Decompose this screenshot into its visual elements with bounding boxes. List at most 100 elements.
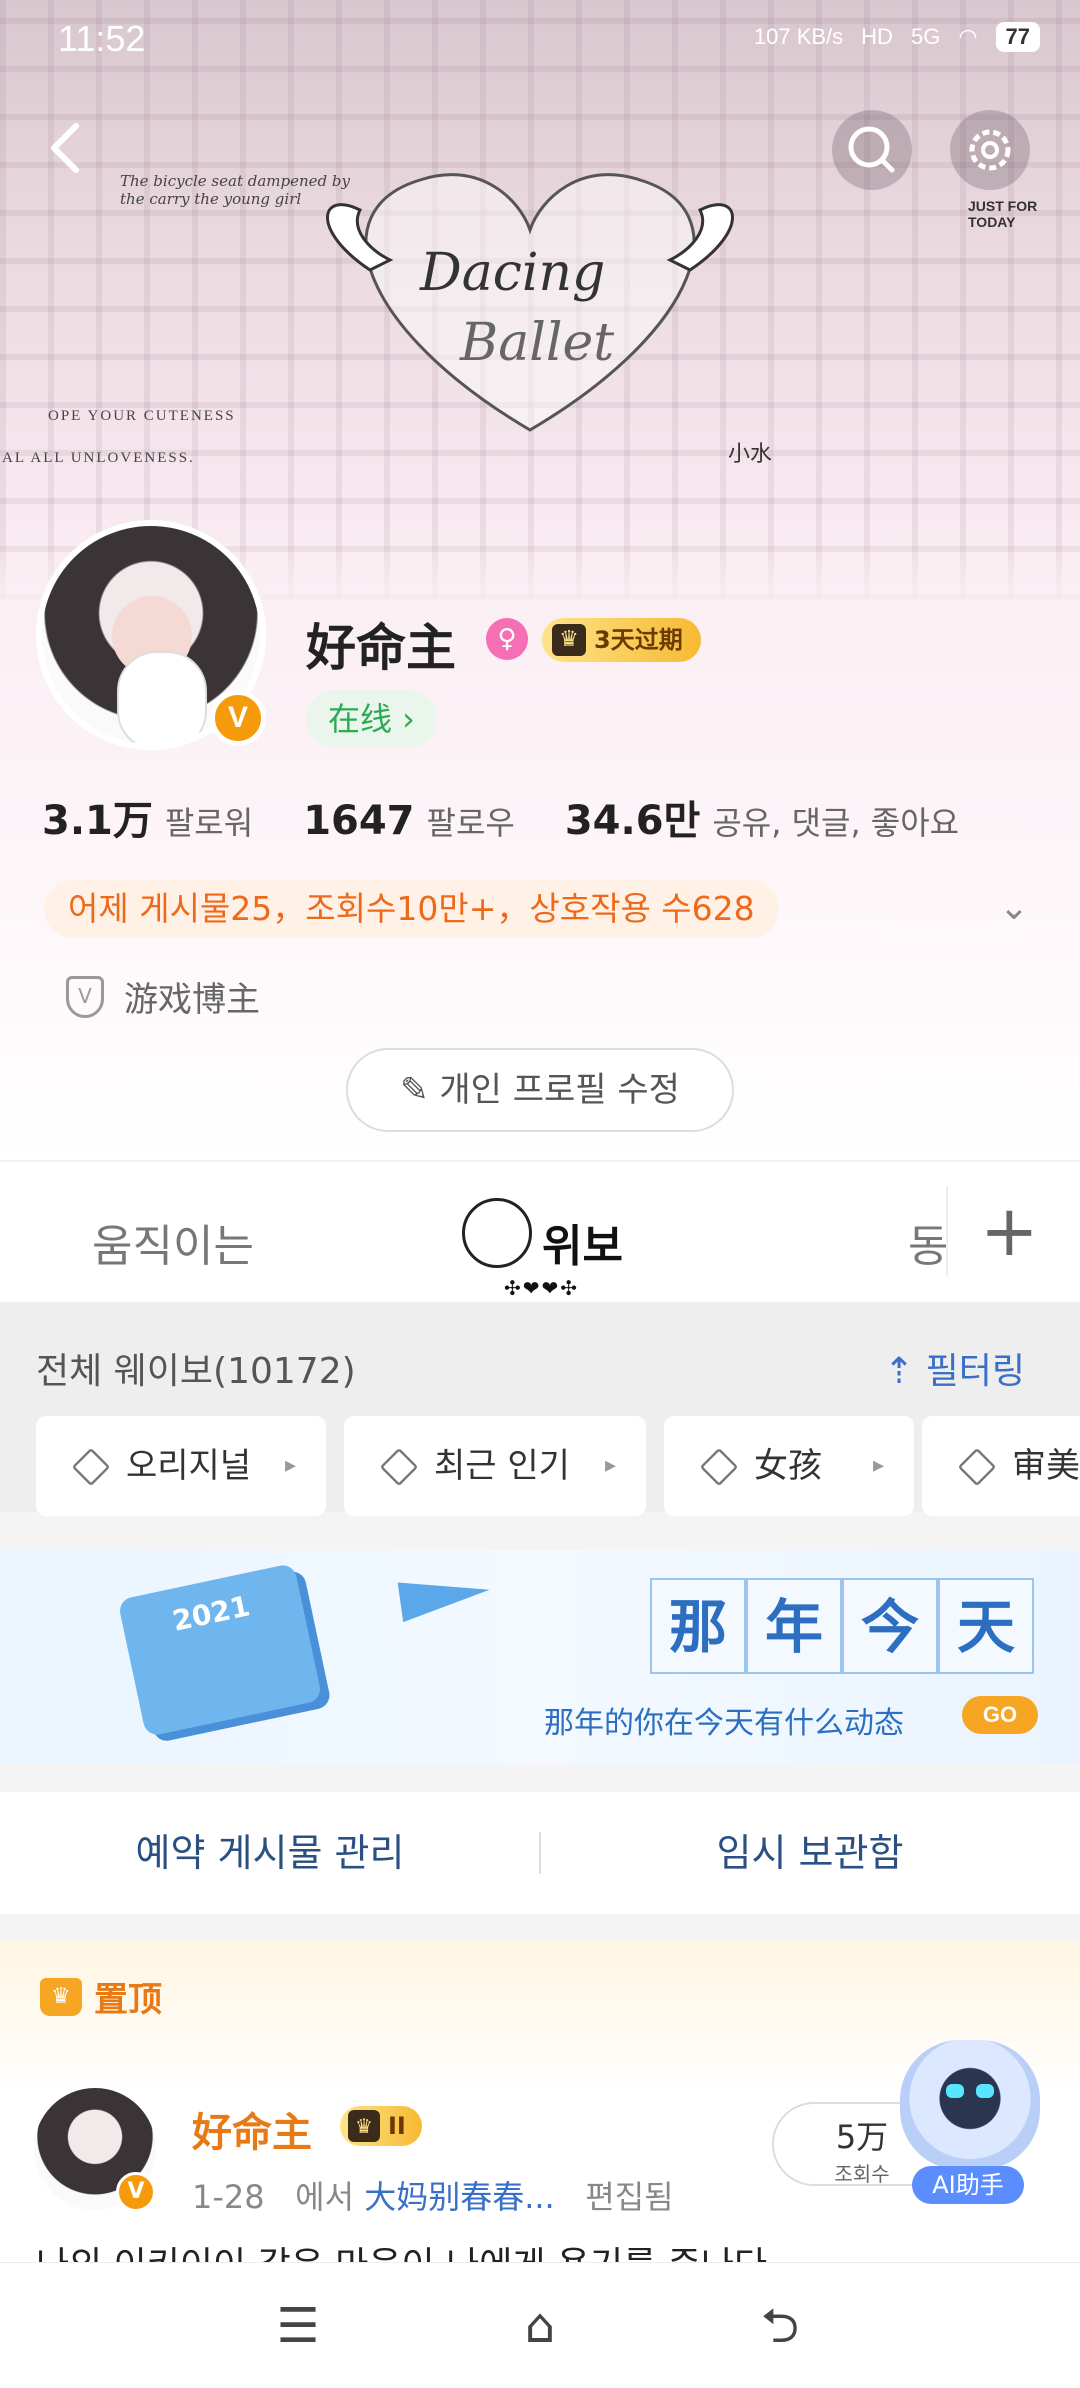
back-button[interactable]	[28, 108, 108, 188]
verified-badge-icon: V	[116, 2172, 156, 2212]
cover-text-dacing: Dacing	[419, 243, 605, 303]
filter-button[interactable]: ⇡ 필터링	[884, 1342, 1025, 1394]
cover-caption: The bicycle seat dampened by the carry t…	[120, 172, 350, 208]
profile-tag-label: 游戏博主	[124, 980, 260, 1020]
on-this-day-banner[interactable]: 2021 那 年 今 天 那年的你在今天有什么动态 GO	[0, 1550, 1080, 1764]
network-indicator: 5G	[910, 24, 941, 49]
scheduled-posts-button[interactable]: 예약 게시물 관리	[0, 1792, 540, 1914]
layers-icon	[699, 1447, 739, 1487]
tab-active-indicator: ✣❤❤✣	[504, 1276, 580, 1300]
tab-weibo[interactable]: 위보	[542, 1210, 623, 1274]
post-vip-badge: ♛ II	[340, 2106, 422, 2146]
cover-text-ballet: Ballet	[459, 313, 614, 373]
shield-icon: V	[66, 975, 104, 1018]
profile-username: 好命主	[306, 619, 456, 677]
filter-chip-popular[interactable]: 최근 인기 ▸	[344, 1416, 646, 1516]
post-author-name[interactable]: 好命主	[192, 2100, 312, 2158]
crown-icon: ♛	[348, 2110, 380, 2142]
ai-assistant-robot-icon[interactable]	[900, 2040, 1040, 2170]
post-management-row: 예약 게시물 관리 임시 보관함	[0, 1792, 1080, 1914]
post-source[interactable]: 大妈别春春...	[364, 2178, 555, 2216]
status-indicators: 107 KB/s HD 5G ◠ 77	[754, 22, 1040, 52]
hd-indicator: HD	[861, 24, 893, 49]
vip-expiry-label: 3天过期	[594, 626, 683, 654]
menu-icon[interactable]: ☰	[258, 2291, 338, 2361]
filter-bar: 전체 웨이보(10172) ⇡ 필터링 오리지널 ▸ 최근 인기 ▸ 女孩 ▸ 审美	[0, 1302, 1080, 1516]
wifi-icon: ◠	[958, 24, 978, 49]
on-this-day-title: 那 年 今 天	[650, 1578, 1034, 1674]
filter-chip-original[interactable]: 오리지널 ▸	[36, 1416, 326, 1516]
search-button[interactable]	[832, 110, 912, 190]
profile-tabs: 움직이는 위보 ✣❤❤✣ 동 +	[0, 1162, 1080, 1302]
chevron-left-icon	[51, 123, 79, 173]
caret-right-icon: ▸	[872, 1453, 884, 1478]
sort-icon: ⇡	[884, 1351, 926, 1392]
pencil-icon: ✎	[400, 1070, 440, 1110]
title-char: 那	[650, 1578, 746, 1674]
cover-cuteness-text: OPE YOUR CUTENESS	[48, 408, 236, 424]
gear-icon	[969, 129, 1011, 171]
engagement-stat[interactable]: 34.6만 공유, 댓글, 좋아요	[565, 788, 959, 846]
profile-tag[interactable]: V 游戏博主	[66, 972, 260, 1021]
post-date: 1-28	[192, 2178, 265, 2216]
home-icon[interactable]: ⌂	[500, 2291, 580, 2361]
tab-moving[interactable]: 움직이는	[92, 1210, 254, 1274]
filter-chip-girl[interactable]: 女孩 ▸	[664, 1416, 914, 1516]
female-gender-icon: ♀	[486, 618, 528, 660]
following-stat[interactable]: 1647 팔로우	[303, 798, 515, 844]
followers-stat[interactable]: 3.1万 팔로워	[42, 788, 253, 846]
on-this-day-subtitle: 那年的你在今天有什么动态	[544, 1706, 904, 1741]
weibo-count-label: 전체 웨이보(10172)	[36, 1351, 356, 1392]
paper-plane-icon	[397, 1569, 493, 1623]
status-bar: 11:52 107 KB/s HD 5G ◠ 77	[0, 0, 1080, 84]
caret-right-icon: ▸	[284, 1453, 296, 1478]
add-tab-icon[interactable]: +	[980, 1196, 1039, 1266]
profile-page: Dacing Ballet The bicycle seat dampened …	[0, 0, 1080, 2388]
ai-assistant-label[interactable]: AI助手	[912, 2166, 1024, 2204]
layers-icon	[379, 1447, 419, 1487]
post-via: 에서	[295, 2178, 355, 2216]
online-status-button[interactable]: 在线 ›	[306, 690, 437, 748]
vip-badge[interactable]: ♛ 3天过期	[542, 618, 701, 662]
avatar-plush-toy	[117, 651, 207, 744]
drafts-button[interactable]: 임시 보관함	[540, 1792, 1080, 1914]
pinned-label-row: ♛ 置顶	[40, 1972, 162, 2021]
calendar-year: 2021	[169, 1589, 253, 1638]
tab-divider	[946, 1186, 948, 1276]
crown-icon: ♛	[40, 1977, 82, 2016]
layers-icon	[71, 1447, 111, 1487]
profile-stats: 3.1万 팔로워 1647 팔로우 34.6만 공유, 댓글, 좋아요	[42, 788, 1009, 846]
title-char: 天	[938, 1578, 1034, 1674]
battery-icon: 77	[995, 22, 1040, 52]
search-icon	[848, 126, 895, 173]
title-char: 年	[746, 1578, 842, 1674]
filter-chip-aesthetic[interactable]: 审美	[922, 1416, 1080, 1516]
robot-eye	[946, 2084, 964, 2098]
cover-small-label: 小水	[728, 442, 773, 467]
tab-video[interactable]: 동	[908, 1210, 948, 1274]
status-time: 11:52	[58, 18, 146, 59]
tab-mascot-icon	[462, 1198, 532, 1268]
profile-cover-banner: Dacing Ballet The bicycle seat dampened …	[0, 0, 1080, 600]
activity-summary[interactable]: 어제 게시물25，조회수10만+，상호작용 수628	[44, 880, 779, 938]
system-navigation-bar: ☰ ⌂ ⮌	[0, 2262, 1080, 2388]
title-char: 今	[842, 1578, 938, 1674]
net-speed: 107 KB/s	[753, 24, 844, 49]
cover-decoration: Dacing Ballet	[326, 173, 734, 432]
settings-button[interactable]	[950, 110, 1030, 190]
calendar-icon: 2021	[117, 1562, 323, 1738]
post-meta: 1-28 에서 大妈别春春... 편집됨	[192, 2172, 674, 2218]
robot-eye	[976, 2084, 994, 2098]
post-edited: 편집됨	[585, 2178, 674, 2216]
crown-icon: ♛	[552, 624, 586, 656]
layers-icon	[957, 1447, 997, 1487]
back-nav-icon[interactable]: ⮌	[740, 2291, 820, 2361]
go-button[interactable]: GO	[962, 1696, 1038, 1734]
verified-badge-icon: V	[210, 690, 266, 746]
caret-right-icon: ▸	[604, 1453, 616, 1478]
pinned-label: 置顶	[94, 1980, 162, 2020]
cover-unloveness-text: AL ALL UNLOVENESS.	[2, 450, 195, 466]
edit-profile-button[interactable]: ✎ 개인 프로필 수정	[346, 1048, 734, 1132]
chevron-down-icon[interactable]: ⌄	[994, 888, 1034, 928]
cover-just-for-today: JUST FOR TODAY	[968, 198, 1038, 230]
